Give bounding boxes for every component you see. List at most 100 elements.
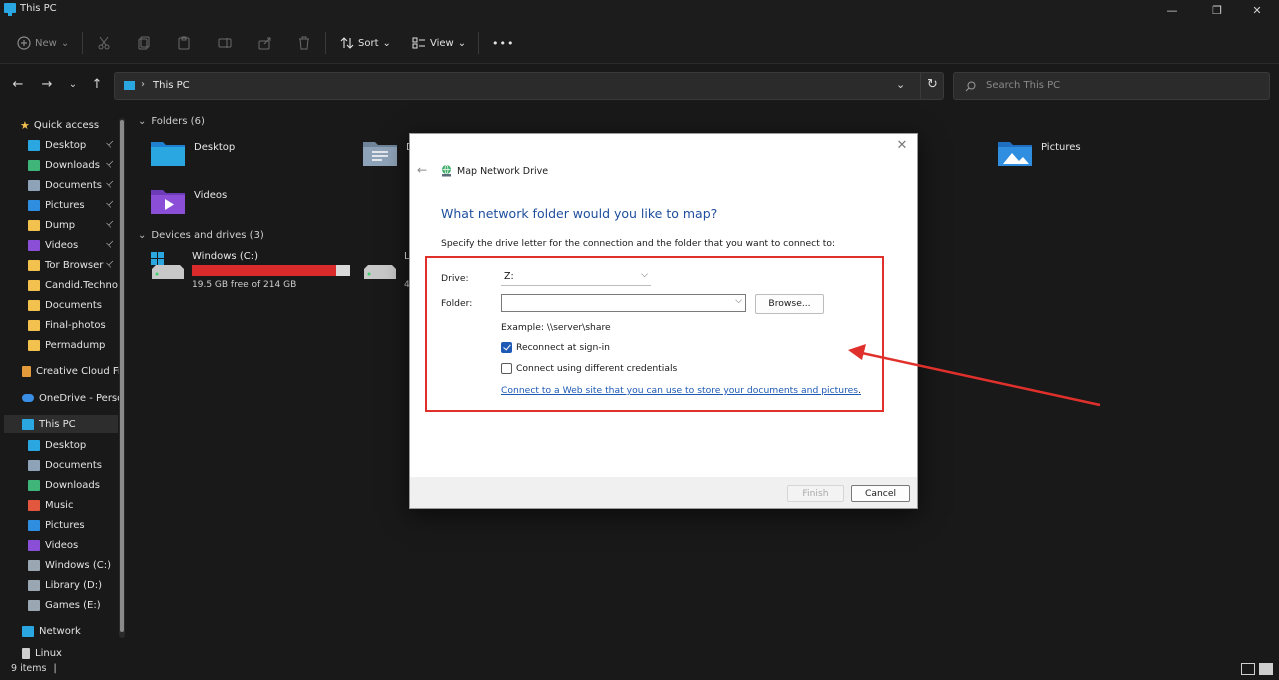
sidebar-onedrive[interactable]: OneDrive - Persor bbox=[22, 389, 120, 407]
drive-library-d[interactable]: L 4 bbox=[362, 251, 412, 293]
delete-button[interactable] bbox=[298, 34, 310, 52]
pin-icon[interactable]: ⊥ bbox=[104, 218, 117, 231]
address-bar[interactable]: › This PC ⌄ ↻ bbox=[114, 72, 944, 100]
folder-icon bbox=[28, 579, 40, 591]
sidebar-creative-cloud[interactable]: Creative Cloud Fil bbox=[22, 362, 120, 380]
folder-icon bbox=[28, 139, 40, 151]
chevron-down-icon: ⌄ bbox=[138, 230, 147, 241]
up-arrow-icon[interactable]: ↑ bbox=[88, 76, 106, 94]
drive-free-space: 19.5 GB free of 214 GB bbox=[192, 280, 297, 290]
sidebar-item-pc-0[interactable]: Desktop bbox=[28, 436, 118, 454]
address-history-chevron-icon[interactable]: ⌄ bbox=[896, 78, 905, 91]
item-count-text: 9 items bbox=[11, 663, 47, 674]
sidebar-item-pc-1[interactable]: Documents bbox=[28, 456, 118, 474]
folder-pictures[interactable]: Pictures bbox=[997, 138, 1081, 168]
sidebar-this-pc[interactable]: This PC bbox=[4, 415, 118, 433]
back-arrow-icon[interactable]: ← bbox=[9, 76, 27, 94]
maximize-button[interactable]: ❐ bbox=[1205, 3, 1229, 19]
cut-button[interactable] bbox=[98, 34, 110, 52]
reconnect-option[interactable]: Reconnect at sign-in bbox=[501, 342, 610, 353]
more-options-button[interactable]: ••• bbox=[492, 34, 514, 52]
sidebar-item-label: Videos bbox=[45, 239, 79, 251]
folder-path-input[interactable]: ⌵ bbox=[501, 294, 746, 312]
folder-desktop[interactable]: Desktop bbox=[150, 138, 235, 168]
sidebar-item-label: Games (E:) bbox=[45, 599, 101, 611]
dialog-back-arrow-icon[interactable]: ← bbox=[415, 163, 429, 177]
sidebar-item-pc-8[interactable]: Games (E:) bbox=[28, 596, 118, 614]
sidebar-item-quick-4[interactable]: Dump ⊥ bbox=[28, 216, 118, 234]
sidebar-item-quick-0[interactable]: Desktop ⊥ bbox=[28, 136, 118, 154]
drives-section-header[interactable]: ⌄ Devices and drives (3) bbox=[138, 230, 264, 241]
copy-button[interactable] bbox=[138, 34, 150, 52]
minimize-button[interactable]: — bbox=[1160, 3, 1184, 19]
paste-button[interactable] bbox=[178, 34, 190, 52]
folder-documents[interactable]: D bbox=[362, 138, 414, 168]
web-site-link[interactable]: Connect to a Web site that you can use t… bbox=[501, 385, 861, 396]
tiles-view-icon[interactable] bbox=[1259, 663, 1273, 675]
folder-icon bbox=[28, 519, 40, 531]
details-view-icon[interactable] bbox=[1241, 663, 1255, 675]
sidebar-item-quick-1[interactable]: Downloads ⊥ bbox=[28, 156, 118, 174]
sidebar-linux[interactable]: Linux bbox=[22, 648, 120, 660]
folder-icon bbox=[28, 239, 40, 251]
sidebar-item-pc-4[interactable]: Pictures bbox=[28, 516, 118, 534]
credentials-option[interactable]: Connect using different credentials bbox=[501, 363, 677, 374]
dialog-close-icon[interactable]: ✕ bbox=[895, 139, 909, 153]
onedrive-cloud-icon bbox=[22, 394, 34, 402]
pin-icon[interactable]: ⊥ bbox=[104, 138, 117, 151]
drive-windows-c[interactable]: Windows (C:) 19.5 GB free of 214 GB bbox=[150, 251, 370, 293]
address-divider bbox=[920, 73, 921, 99]
pin-icon[interactable]: ⊥ bbox=[104, 238, 117, 251]
sidebar-network[interactable]: Network bbox=[22, 622, 120, 640]
navigation-pane: ★ Quick access Creative Cloud Fil OneDri… bbox=[0, 108, 130, 660]
sidebar-quick-access[interactable]: ★ Quick access bbox=[20, 116, 120, 134]
folder-icon bbox=[28, 499, 40, 511]
share-button[interactable] bbox=[258, 34, 272, 52]
sidebar-item-quick-9[interactable]: Final-photos bbox=[28, 316, 118, 334]
sidebar-item-quick-7[interactable]: Candid.Technolc bbox=[28, 276, 118, 294]
browse-button[interactable]: Browse... bbox=[755, 294, 824, 314]
sidebar-item-pc-7[interactable]: Library (D:) bbox=[28, 576, 118, 594]
different-credentials-checkbox[interactable] bbox=[501, 363, 512, 374]
pin-icon[interactable]: ⊥ bbox=[104, 258, 117, 271]
reconnect-checkbox[interactable] bbox=[501, 342, 512, 353]
recent-locations-chevron-icon[interactable]: ⌄ bbox=[64, 76, 82, 94]
breadcrumb-this-pc[interactable]: This PC bbox=[153, 80, 190, 91]
sidebar-item-label: Desktop bbox=[45, 439, 87, 451]
refresh-icon[interactable]: ↻ bbox=[927, 77, 938, 92]
finish-button[interactable]: Finish bbox=[787, 485, 844, 502]
folders-section-header[interactable]: ⌄ Folders (6) bbox=[138, 116, 205, 127]
folder-icon bbox=[28, 339, 40, 351]
close-window-button[interactable]: ✕ bbox=[1245, 3, 1269, 19]
sidebar-item-quick-3[interactable]: Pictures ⊥ bbox=[28, 196, 118, 214]
window-title: This PC bbox=[20, 3, 57, 14]
drive-name: Windows (C:) bbox=[192, 251, 258, 262]
forward-arrow-icon[interactable]: → bbox=[38, 76, 56, 94]
folder-icon bbox=[28, 459, 40, 471]
sidebar-item-pc-3[interactable]: Music bbox=[28, 496, 118, 514]
pin-icon[interactable]: ⊥ bbox=[104, 158, 117, 171]
rename-button[interactable] bbox=[218, 34, 232, 52]
sidebar-item-pc-5[interactable]: Videos bbox=[28, 536, 118, 554]
cancel-button[interactable]: Cancel bbox=[851, 485, 910, 502]
sidebar-item-quick-5[interactable]: Videos ⊥ bbox=[28, 236, 118, 254]
sidebar-item-quick-10[interactable]: Permadump bbox=[28, 336, 118, 354]
new-button[interactable]: New ⌄ bbox=[17, 34, 69, 52]
sidebar-scrollbar-thumb[interactable] bbox=[120, 120, 124, 632]
sidebar-item-pc-6[interactable]: Windows (C:) bbox=[28, 556, 118, 574]
folder-videos[interactable]: Videos bbox=[150, 186, 227, 216]
view-button[interactable]: View ⌄ bbox=[412, 34, 466, 52]
pin-icon[interactable]: ⊥ bbox=[104, 178, 117, 191]
pin-icon[interactable]: ⊥ bbox=[104, 198, 117, 211]
web-site-link-text[interactable]: Connect to a Web site that you can use t… bbox=[501, 385, 858, 396]
sort-button[interactable]: Sort ⌄ bbox=[340, 34, 391, 52]
search-box[interactable]: Search This PC bbox=[953, 72, 1270, 100]
drive-letter-select[interactable]: Z: ⌵ bbox=[501, 270, 651, 286]
sidebar-item-label: Linux bbox=[35, 648, 62, 659]
sidebar-item-label: Final-photos bbox=[45, 319, 106, 331]
section-label: Devices and drives (3) bbox=[151, 230, 264, 241]
sidebar-item-quick-2[interactable]: Documents ⊥ bbox=[28, 176, 118, 194]
sidebar-item-quick-6[interactable]: Tor Browser ⊥ bbox=[28, 256, 118, 274]
sidebar-item-quick-8[interactable]: Documents bbox=[28, 296, 118, 314]
sidebar-item-pc-2[interactable]: Downloads bbox=[28, 476, 118, 494]
